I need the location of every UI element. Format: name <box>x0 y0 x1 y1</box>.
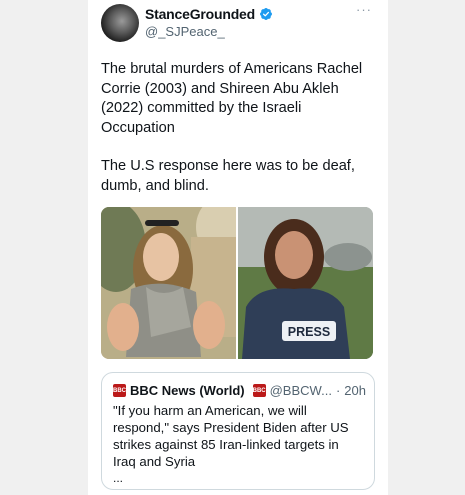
media-grid[interactable]: PRESS <box>101 207 373 359</box>
tweet-paragraph: The U.S response here was to be deaf, du… <box>101 158 355 194</box>
quoted-display-name[interactable]: BBC News (World) <box>130 383 245 398</box>
photo-journalist-press-vest[interactable]: PRESS <box>238 207 373 359</box>
author-name[interactable]: StanceGrounded <box>145 6 273 22</box>
display-name[interactable]: StanceGrounded <box>145 6 255 22</box>
quoted-tweet-header: BBC BBC News (World) BBC @BBCW... · 20h <box>113 383 366 398</box>
avatar[interactable] <box>101 4 139 42</box>
quoted-handle[interactable]: @BBCW... <box>270 383 332 398</box>
quoted-tweet-text: "If you harm an American, we will respon… <box>113 403 349 469</box>
author-handle[interactable]: @_SJPeace_ <box>145 24 225 39</box>
photo-right-illustration: PRESS <box>238 207 373 359</box>
quoted-tweet-ellipsis: ... <box>113 471 124 485</box>
quoted-tweet[interactable]: BBC BBC News (World) BBC @BBCW... · 20h … <box>101 372 375 490</box>
photo-left-illustration <box>101 207 236 359</box>
photo-woman-in-scarf[interactable] <box>101 207 236 359</box>
tweet-text: The brutal murders of Americans Rachel C… <box>101 60 376 215</box>
press-label: PRESS <box>288 325 330 339</box>
meta-separator: · <box>335 383 341 398</box>
bbc-logo-icon: BBC <box>113 384 126 397</box>
tweet-paragraph: The brutal murders of Americans Rachel C… <box>101 61 363 136</box>
tweet-card[interactable]: StanceGrounded @_SJPeace_ ··· The brutal… <box>88 0 388 495</box>
verified-badge-icon <box>260 8 272 20</box>
more-options-icon[interactable]: ··· <box>356 2 372 17</box>
quoted-timestamp[interactable]: 20h <box>344 383 366 398</box>
bbc-affiliate-icon: BBC <box>252 384 266 397</box>
